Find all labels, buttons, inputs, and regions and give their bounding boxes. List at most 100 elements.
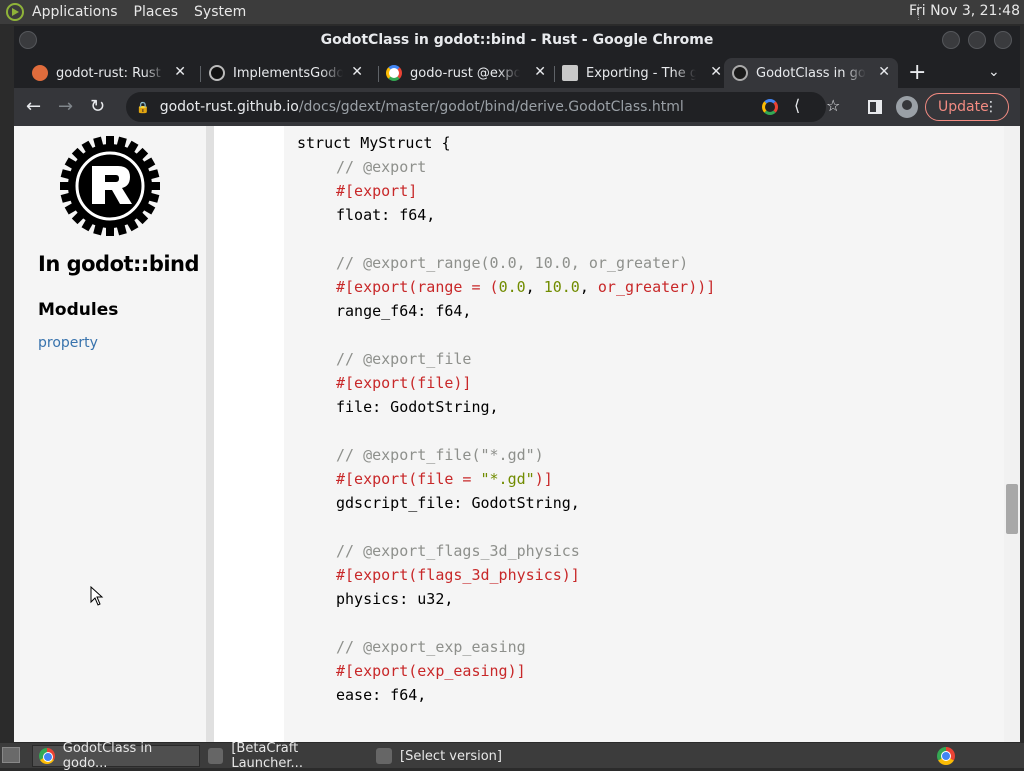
modules-heading[interactable]: Modules	[38, 300, 118, 320]
code-comment: // @export_range(0.0, 10.0, or_greater)	[336, 254, 689, 272]
tab-exporting[interactable]: Exporting - The gd ✕	[554, 58, 730, 88]
taskbar-item-label: [BetaCraft Launcher...	[231, 741, 303, 771]
window-title: GodotClass in godot::bind - Rust - Googl…	[320, 32, 714, 48]
code-field: gdscript_file: GodotString,	[336, 494, 580, 512]
code-punctuation: ))]	[688, 278, 716, 296]
menu-system[interactable]: System	[194, 4, 246, 20]
taskbar-item-chrome[interactable]: GodotClass in godo...	[32, 741, 200, 771]
code-struct-line: struct MyStruct {	[297, 134, 451, 152]
kebab-menu-icon[interactable]: ⋮	[984, 94, 998, 120]
maximize-icon[interactable]	[968, 31, 986, 49]
back-arrow-icon[interactable]: ←	[26, 96, 41, 117]
side-panel-icon[interactable]	[868, 100, 882, 114]
tab-title: GodotClass in godo	[756, 65, 866, 81]
code-attribute-range: #[export(range = (0.0, 10.0, or_greater)…	[336, 278, 716, 296]
sidebar-title: In godot::bind	[38, 252, 200, 276]
scrollbar-thumb[interactable]	[1006, 484, 1018, 534]
code-attribute-file: #[export(file = "*.gd")]	[336, 470, 553, 488]
minimize-icon[interactable]	[942, 31, 960, 49]
close-tab-icon[interactable]: ✕	[174, 64, 186, 80]
tab-title: godot-rust: Rust bi	[56, 65, 166, 81]
tab-search-chevron-icon[interactable]: ⌄	[988, 64, 1000, 80]
code-comment: // @export_exp_easing	[336, 638, 526, 656]
top-panel: Applications Places System Fri Nov 3, 21…	[0, 0, 1024, 24]
code-number: 0.0	[498, 278, 526, 296]
close-tab-icon[interactable]: ✕	[351, 64, 363, 80]
mouse-cursor-icon	[90, 586, 104, 606]
menu-applications[interactable]: Applications	[32, 4, 118, 20]
profile-avatar-icon[interactable]	[896, 96, 918, 118]
google-lens-icon[interactable]	[762, 99, 778, 115]
code-comment: // @export_flags_3d_physics	[336, 542, 580, 560]
navigation-bar: ← → ↻ 🔒 godot-rust.github.io /docs/gdext…	[14, 88, 1020, 126]
menu-places[interactable]: Places	[134, 4, 179, 20]
browser-window: GodotClass in godot::bind - Rust - Googl…	[14, 26, 1020, 742]
page-scrollbar[interactable]	[1004, 126, 1020, 742]
tab-implements-godot[interactable]: ImplementsGodotE ✕	[201, 58, 371, 88]
clock[interactable]: Fri Nov 3, 21:48	[909, 3, 1020, 19]
code-attribute: #[export(flags_3d_physics)]	[336, 566, 580, 584]
code-string: "*.gd"	[480, 470, 535, 488]
java-icon	[208, 748, 224, 764]
code-field: ease: f64,	[336, 686, 427, 704]
distro-logo-icon[interactable]	[6, 3, 24, 21]
tab-godot-rust[interactable]: godot-rust: Rust bi ✕	[24, 58, 194, 88]
code-attribute: #[export(file =	[336, 470, 481, 488]
tab-godotclass[interactable]: GodotClass in godo ✕	[724, 58, 898, 88]
tab-google-search[interactable]: godo-rust @export ✕	[378, 58, 554, 88]
java-icon	[376, 748, 392, 764]
bookmark-star-icon[interactable]: ☆	[826, 96, 840, 115]
godot-rust-icon	[32, 65, 48, 81]
show-desktop-icon[interactable]	[2, 747, 20, 763]
code-comment: // @export	[336, 158, 427, 176]
taskbar-item-label: GodotClass in godo...	[62, 741, 153, 771]
rust-logo[interactable]	[60, 136, 160, 236]
tab-strip: godot-rust: Rust bi ✕ ImplementsGodotE ✕…	[14, 56, 1020, 88]
code-field: physics: u32,	[336, 590, 454, 608]
close-tab-icon[interactable]: ✕	[878, 64, 890, 80]
tab-title: godo-rust @export	[410, 65, 520, 81]
code-comment: // @export_file	[336, 350, 472, 368]
taskbar-item-select-version[interactable]: [Select version]	[370, 745, 540, 767]
rust-icon	[732, 65, 748, 81]
url-host: godot-rust.github.io	[159, 99, 299, 115]
code-keyword: or_greater	[597, 278, 689, 296]
close-window-icon[interactable]	[994, 31, 1012, 49]
window-menu-icon[interactable]	[19, 31, 37, 49]
reload-icon[interactable]: ↻	[90, 96, 105, 117]
code-attribute: #[export(exp_easing)]	[336, 662, 526, 680]
close-tab-icon[interactable]: ✕	[710, 64, 722, 80]
code-field: file: GodotString,	[336, 398, 499, 416]
tray-chrome-icon[interactable]	[937, 747, 955, 765]
code-attribute: #[export(range = (	[336, 278, 499, 296]
github-icon	[209, 65, 225, 81]
forward-arrow-icon[interactable]: →	[58, 96, 73, 117]
tab-title: Exporting - The gd	[586, 65, 696, 81]
lock-icon[interactable]: 🔒	[136, 101, 150, 114]
page-content: In godot::bind Modules property struct M…	[14, 126, 1020, 742]
update-button[interactable]: Update ⋮	[925, 93, 1009, 121]
window-titlebar[interactable]: GodotClass in godot::bind - Rust - Googl…	[14, 26, 1020, 54]
update-label: Update	[938, 99, 989, 115]
taskbar-item-label: [Select version]	[400, 748, 502, 764]
tab-title: ImplementsGodotE	[233, 65, 343, 81]
code-attribute: #[export]	[336, 182, 418, 200]
google-icon	[386, 65, 402, 81]
code-comment: // @export_file("*.gd")	[336, 446, 544, 464]
url-path: /docs/gdext/master/godot/bind/derive.God…	[298, 99, 684, 115]
share-icon[interactable]: ⟨	[794, 96, 800, 115]
code-number: 10.0	[543, 278, 580, 296]
code-punctuation: )]	[534, 470, 553, 488]
taskbar: GodotClass in godo... [BetaCraft Launche…	[0, 741, 1024, 771]
code-attribute: #[export(file)]	[336, 374, 472, 392]
book-icon	[562, 65, 578, 81]
address-bar[interactable]: 🔒 godot-rust.github.io /docs/gdext/maste…	[126, 92, 826, 122]
chrome-icon	[39, 748, 55, 764]
new-tab-icon[interactable]: +	[908, 60, 926, 85]
close-tab-icon[interactable]: ✕	[534, 64, 546, 80]
code-block: struct MyStruct { // @export #[export] f…	[284, 126, 1004, 742]
taskbar-item-betacraft[interactable]: [BetaCraft Launcher...	[202, 741, 368, 771]
module-link-property[interactable]: property	[38, 335, 98, 351]
code-field: float: f64,	[336, 206, 436, 224]
sidebar-resizer[interactable]	[206, 126, 214, 742]
